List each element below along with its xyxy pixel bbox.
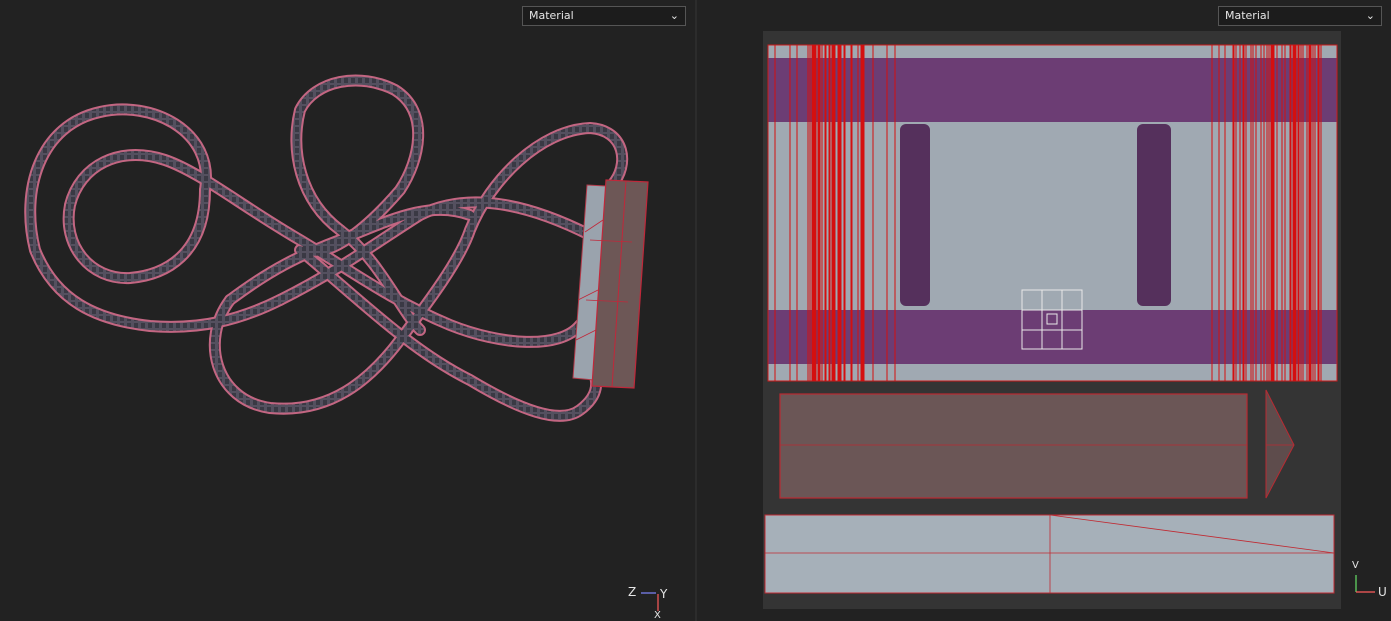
material-select-value: Material — [1225, 9, 1270, 22]
station-mesh[interactable] — [572, 179, 649, 389]
chevron-down-icon: ⌄ — [1365, 9, 1375, 22]
axis-label-z: Z — [628, 585, 637, 599]
axis-gizmo-icon — [641, 592, 659, 611]
axis-label-v: V — [1352, 560, 1359, 571]
uv-canvas[interactable] — [697, 0, 1391, 621]
uv-island-station-top — [767, 44, 1338, 382]
track-spline-canvas[interactable] — [0, 0, 695, 621]
uv-island-station-side — [779, 389, 1295, 499]
axis-label-x: X — [654, 610, 661, 621]
material-select[interactable]: Material ⌄ — [1218, 6, 1382, 26]
material-select-value: Material — [529, 9, 574, 22]
axis-label-y: Y — [660, 587, 668, 601]
chevron-down-icon: ⌄ — [669, 9, 679, 22]
axis-gizmo-icon — [1355, 575, 1375, 593]
uv-island-platform — [764, 514, 1335, 594]
uv-editor-viewport[interactable]: Material ⌄ V U — [697, 0, 1391, 621]
track-ties — [26, 76, 627, 420]
left-viewport[interactable]: Material ⌄ Z Y X — [0, 0, 695, 621]
material-select[interactable]: Material ⌄ — [522, 6, 686, 26]
axis-label-u: U — [1378, 585, 1387, 599]
